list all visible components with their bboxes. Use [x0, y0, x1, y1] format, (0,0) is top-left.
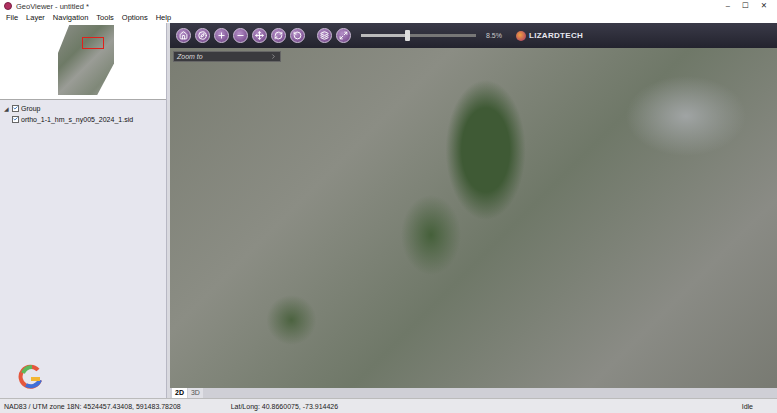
map-pane: 8.5% LIZARDTECH Zoom to 2D3D [170, 23, 777, 398]
layer-label: ortho_1-1_hm_s_ny005_2024_1.sid [21, 116, 133, 123]
window-control[interactable]: ☐ [742, 0, 749, 12]
window-control[interactable]: – [726, 0, 730, 12]
zoom-placeholder: Zoom to [177, 53, 267, 60]
check-icon [13, 105, 18, 111]
compass-icon [198, 31, 207, 40]
tree-row[interactable]: ◢ Group [4, 103, 162, 113]
tree-row[interactable]: ortho_1-1_hm_s_ny005_2024_1.sid [4, 114, 162, 124]
tool-button[interactable] [336, 28, 351, 43]
app-logo-icon [18, 364, 44, 390]
status-state: Idle [742, 403, 773, 410]
home-icon [179, 31, 188, 40]
projection-coords: NAD83 / UTM zone 18N: 4524457.43408, 591… [4, 403, 181, 410]
overview-image [58, 25, 114, 95]
layer-label: Group [21, 105, 40, 112]
toolbar: 8.5% LIZARDTECH [170, 23, 777, 48]
window-title: GeoViewer - untitled * [16, 2, 722, 11]
tool-button[interactable] [271, 28, 286, 43]
refresh-icon [274, 31, 283, 40]
tool-button[interactable] [176, 28, 191, 43]
menu-item[interactable]: Help [156, 13, 171, 22]
rotate-icon [293, 31, 302, 40]
slider-fill [361, 34, 407, 37]
go-icon[interactable] [270, 53, 277, 60]
tool-button[interactable] [214, 28, 229, 43]
expand-toggle[interactable]: ◢ [4, 105, 10, 112]
menu-item[interactable]: Options [122, 13, 148, 22]
checkbox[interactable] [12, 105, 19, 112]
zoom-slider[interactable] [361, 34, 476, 37]
latlong-coords: Lat/Long: 40.8660075, -73.914426 [231, 403, 338, 410]
map-view[interactable]: Zoom to [170, 48, 777, 388]
menu-item[interactable]: Layer [26, 13, 45, 22]
status-bar: NAD83 / UTM zone 18N: 4524457.43408, 591… [0, 398, 777, 413]
tool-button[interactable] [317, 28, 332, 43]
checkbox[interactable] [12, 116, 19, 123]
tool-button[interactable] [195, 28, 210, 43]
overview-extent[interactable] [82, 37, 104, 49]
app-icon [4, 2, 12, 10]
slider-thumb[interactable] [405, 30, 410, 41]
brand-logo-icon [516, 31, 526, 41]
zoom-to-field[interactable]: Zoom to [173, 51, 281, 62]
tool-button[interactable] [233, 28, 248, 43]
brand-name: LIZARDTECH [529, 31, 583, 40]
tool-button[interactable] [290, 28, 305, 43]
tool-button[interactable] [252, 28, 267, 43]
pan-icon [255, 31, 264, 40]
zoom-in-icon [217, 31, 226, 40]
brand: LIZARDTECH [516, 31, 583, 41]
layer-tree: ◢ Group ortho_1-1_hm_s_ny005_2024_1.sid [0, 100, 166, 398]
menu-item[interactable]: File [6, 13, 18, 22]
left-panel: ◢ Group ortho_1-1_hm_s_ny005_2024_1.sid [0, 23, 167, 398]
main-area: ◢ Group ortho_1-1_hm_s_ny005_2024_1.sid 8.5… [0, 23, 777, 398]
menu-bar: File Layer Navigation Tools Options Help [0, 12, 777, 23]
layers-icon [320, 31, 329, 40]
window-controls: –☐ ✕ [726, 0, 773, 12]
overview-map[interactable] [0, 23, 166, 100]
view-tab[interactable]: 3D [188, 388, 203, 398]
window-control[interactable]: ✕ [761, 0, 767, 12]
zoom-out-icon [236, 31, 245, 40]
view-tabs: 2D3D [170, 388, 777, 398]
menu-item[interactable]: Navigation [53, 13, 88, 22]
title-bar: GeoViewer - untitled *–☐ ✕ [0, 0, 777, 12]
menu-item[interactable]: Tools [96, 13, 114, 22]
zoom-reading: 8.5% [486, 32, 502, 39]
fit-icon [339, 31, 348, 40]
check-icon [13, 116, 18, 122]
app-window: GeoViewer - untitled *–☐ ✕ File Layer Naviga… [0, 0, 777, 413]
view-tab[interactable]: 2D [172, 388, 187, 398]
